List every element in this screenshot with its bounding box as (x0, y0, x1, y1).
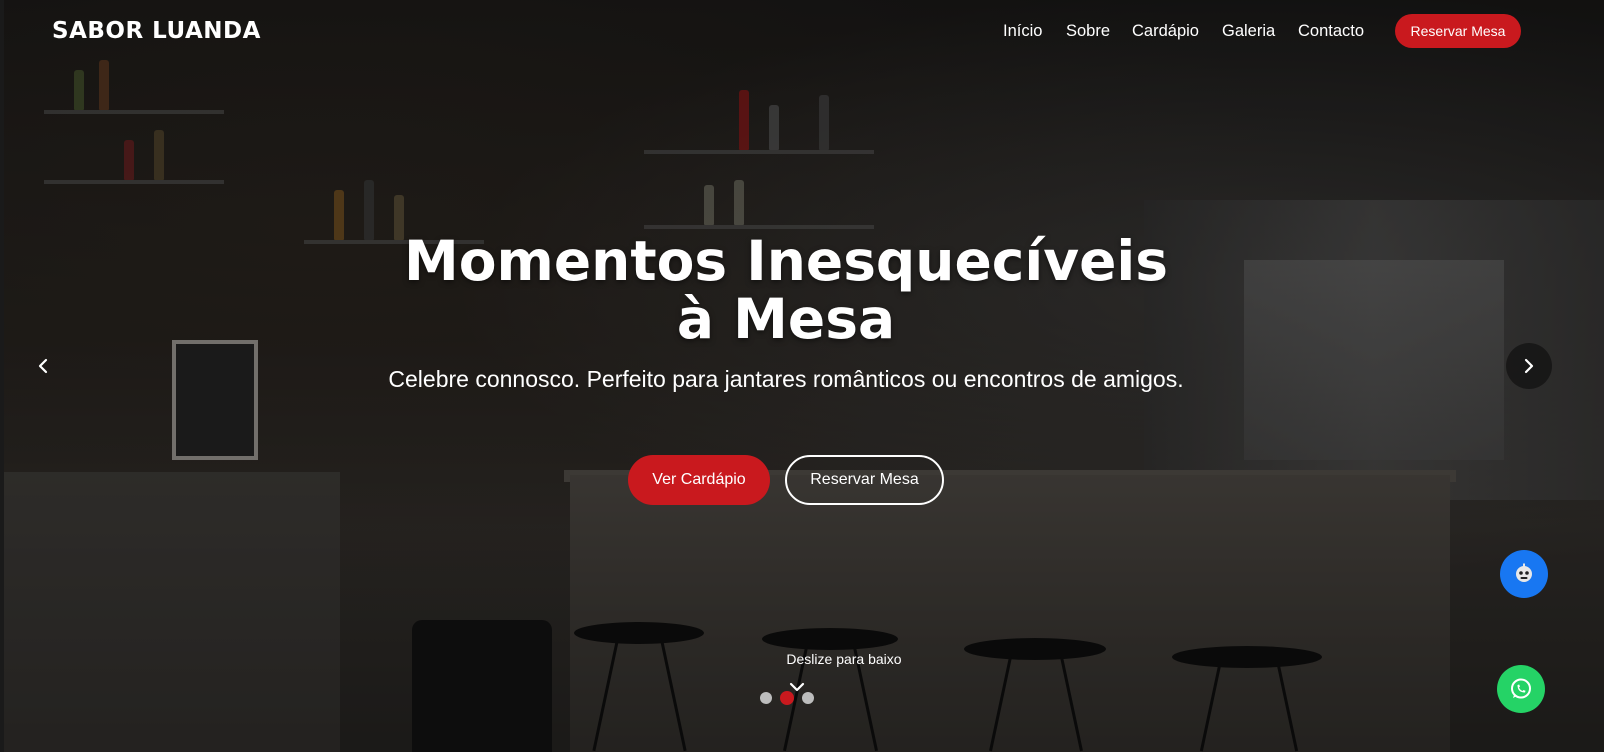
carousel-next-button[interactable] (1506, 343, 1552, 389)
chevron-left-icon (38, 358, 48, 374)
nav-item-inicio[interactable]: Início (1003, 22, 1042, 41)
nav-item-contacto[interactable]: Contacto (1298, 22, 1364, 41)
hero-title: Momentos Inesquecíveis à Mesa (404, 229, 1168, 351)
chevron-right-icon (1524, 358, 1534, 374)
chatbot-icon (1516, 563, 1532, 582)
carousel-dot-1[interactable] (760, 692, 772, 704)
carousel-indicators (760, 691, 814, 705)
whatsapp-icon (1511, 678, 1531, 699)
carousel-dot-3[interactable] (802, 692, 814, 704)
site-logo[interactable]: SABOR LUANDA (52, 18, 261, 44)
chatbot-button[interactable] (1500, 550, 1548, 598)
nav-item-galeria[interactable]: Galeria (1222, 22, 1275, 41)
carousel-dot-2[interactable] (780, 691, 794, 705)
nav-item-sobre[interactable]: Sobre (1066, 22, 1110, 41)
hero-subtitle: Celebre connosco. Perfeito para jantares… (388, 366, 1184, 392)
whatsapp-button[interactable] (1497, 665, 1545, 713)
scroll-hint[interactable]: Deslize para baixo (744, 651, 944, 667)
view-menu-button[interactable]: Ver Cardápio (628, 455, 770, 505)
carousel-prev-button[interactable] (20, 343, 66, 389)
reserve-table-nav-button[interactable]: Reservar Mesa (1395, 14, 1521, 48)
reserve-table-button[interactable]: Reservar Mesa (785, 455, 944, 505)
nav-item-cardapio[interactable]: Cardápio (1132, 22, 1199, 41)
